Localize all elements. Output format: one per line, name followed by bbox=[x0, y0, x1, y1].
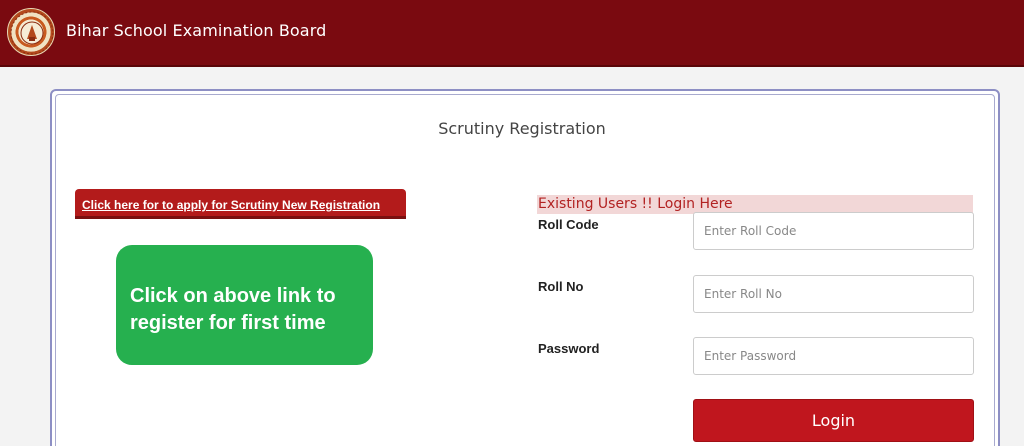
info-line-2: register for first time bbox=[130, 312, 326, 334]
info-line-1: Click on above link to bbox=[130, 285, 336, 307]
password-input[interactable] bbox=[693, 337, 974, 375]
bseb-emblem-icon[interactable] bbox=[7, 8, 55, 56]
roll-code-input[interactable] bbox=[693, 212, 974, 250]
roll-code-label: Roll Code bbox=[538, 217, 599, 232]
page-title: Scrutiny Registration bbox=[438, 119, 606, 138]
roll-no-input[interactable] bbox=[693, 275, 974, 313]
password-label: Password bbox=[538, 341, 600, 356]
roll-no-label: Roll No bbox=[538, 279, 584, 294]
site-header: Bihar School Examination Board bbox=[0, 0, 1024, 67]
login-button[interactable]: Login bbox=[693, 399, 974, 442]
new-registration-link[interactable]: Click here for to apply for Scrutiny New… bbox=[75, 189, 406, 219]
first-time-info-box: Click on above link to register for firs… bbox=[116, 245, 373, 365]
header-title: Bihar School Examination Board bbox=[66, 21, 327, 40]
